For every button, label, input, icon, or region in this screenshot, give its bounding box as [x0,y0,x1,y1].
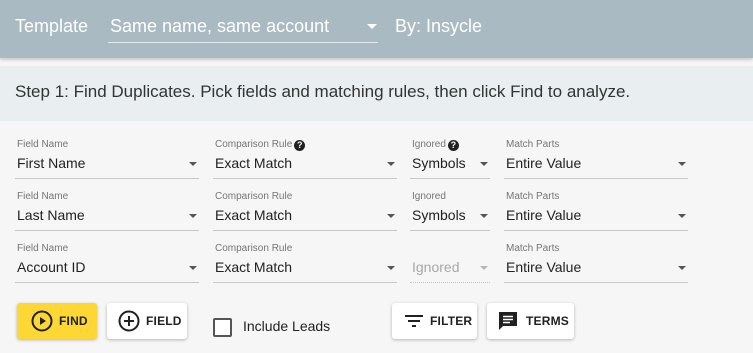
step-instructions: Step 1: Find Duplicates. Pick fields and… [0,66,753,121]
filter-list-icon [402,309,426,336]
dropdown-arrow-icon [189,214,197,218]
dropdown-arrow-icon [387,266,395,270]
comparison-rule-select[interactable]: Exact Match [213,255,397,283]
comparison-rule-label: Comparison Rule [215,191,293,202]
match-parts-value: Entire Value [506,155,582,171]
comparison-rule-label: Comparison Rule? [215,139,306,151]
comparison-rule-label: Comparison Rule [215,243,293,254]
comparison-rule-value: Exact Match [215,259,293,275]
find-button[interactable]: FIND [17,303,97,339]
match-parts-value: Entire Value [506,207,582,223]
terms-button-label: TERMS [526,314,569,328]
rule-row: Field Name First Name Comparison Rule? E… [0,139,753,187]
field-name-value: Last Name [17,207,85,223]
match-parts-select[interactable]: Entire Value [504,203,688,231]
terms-button[interactable]: TERMS [487,303,574,339]
match-parts-select[interactable]: Entire Value [504,255,688,283]
field-name-value: Account ID [17,259,86,275]
top-bar: Template Same name, same account By: Ins… [0,0,753,58]
ignored-label: Ignored [412,191,446,202]
step-text: Step 1: Find Duplicates. Pick fields and… [15,82,631,101]
field-name-label: Field Name [17,139,69,150]
add-field-button[interactable]: FIELD [107,303,187,339]
dropdown-arrow-icon [678,162,686,166]
match-parts-label: Match Parts [506,243,560,254]
dropdown-arrow-icon [189,162,197,166]
play-circle-icon [30,309,54,336]
help-icon[interactable]: ? [447,140,459,151]
match-parts-label: Match Parts [506,139,560,150]
dropdown-arrow-icon [678,266,686,270]
field-name-label: Field Name [17,191,69,202]
field-name-select[interactable]: First Name [15,151,199,179]
template-select[interactable]: Same name, same account [108,10,378,43]
rule-row: Field Name Last Name Comparison Rule Exa… [0,191,753,239]
dropdown-arrow-icon [480,162,488,166]
field-name-value: First Name [17,155,86,171]
include-leads-label[interactable]: Include Leads [243,318,330,334]
match-parts-value: Entire Value [506,259,582,275]
include-leads-checkbox[interactable] [213,318,232,337]
find-button-label: FIND [59,314,88,328]
match-parts-label: Match Parts [506,191,560,202]
match-parts-select[interactable]: Entire Value [504,151,688,179]
ignored-placeholder: Ignored [412,259,460,275]
comparison-rule-value: Exact Match [215,155,293,171]
dropdown-arrow-icon [678,214,686,218]
field-name-select[interactable]: Account ID [15,255,199,283]
dropdown-arrow-icon [189,266,197,270]
filter-button-label: FILTER [430,314,473,328]
ignored-select[interactable]: Symbols [410,151,490,179]
template-author: By: Insycle [395,16,483,36]
comparison-rule-value: Exact Match [215,207,293,223]
comparison-rule-select[interactable]: Exact Match [213,151,397,179]
rule-row: Field Name Account ID Comparison Rule Ex… [0,243,753,291]
dropdown-arrow-icon [480,214,488,218]
ignored-select-disabled: Ignored [410,255,490,283]
ignored-select[interactable]: Symbols [410,203,490,231]
comparison-rule-select[interactable]: Exact Match [213,203,397,231]
dropdown-arrow-icon [480,266,488,270]
add-circle-icon [117,309,141,336]
ignored-value: Symbols [412,155,466,171]
dropdown-arrow-icon [387,214,395,218]
ignored-value: Symbols [412,207,466,223]
filter-button[interactable]: FILTER [392,303,477,339]
ignored-label: Ignored? [412,139,459,151]
field-button-label: FIELD [146,314,182,328]
field-name-label: Field Name [17,243,69,254]
help-icon[interactable]: ? [294,140,306,151]
dropdown-arrow-icon [387,162,395,166]
template-select-value: Same name, same account [110,16,330,36]
comment-icon [496,309,520,336]
dropdown-arrow-icon [367,24,377,29]
template-label: Template [15,16,89,36]
field-name-select[interactable]: Last Name [15,203,199,231]
